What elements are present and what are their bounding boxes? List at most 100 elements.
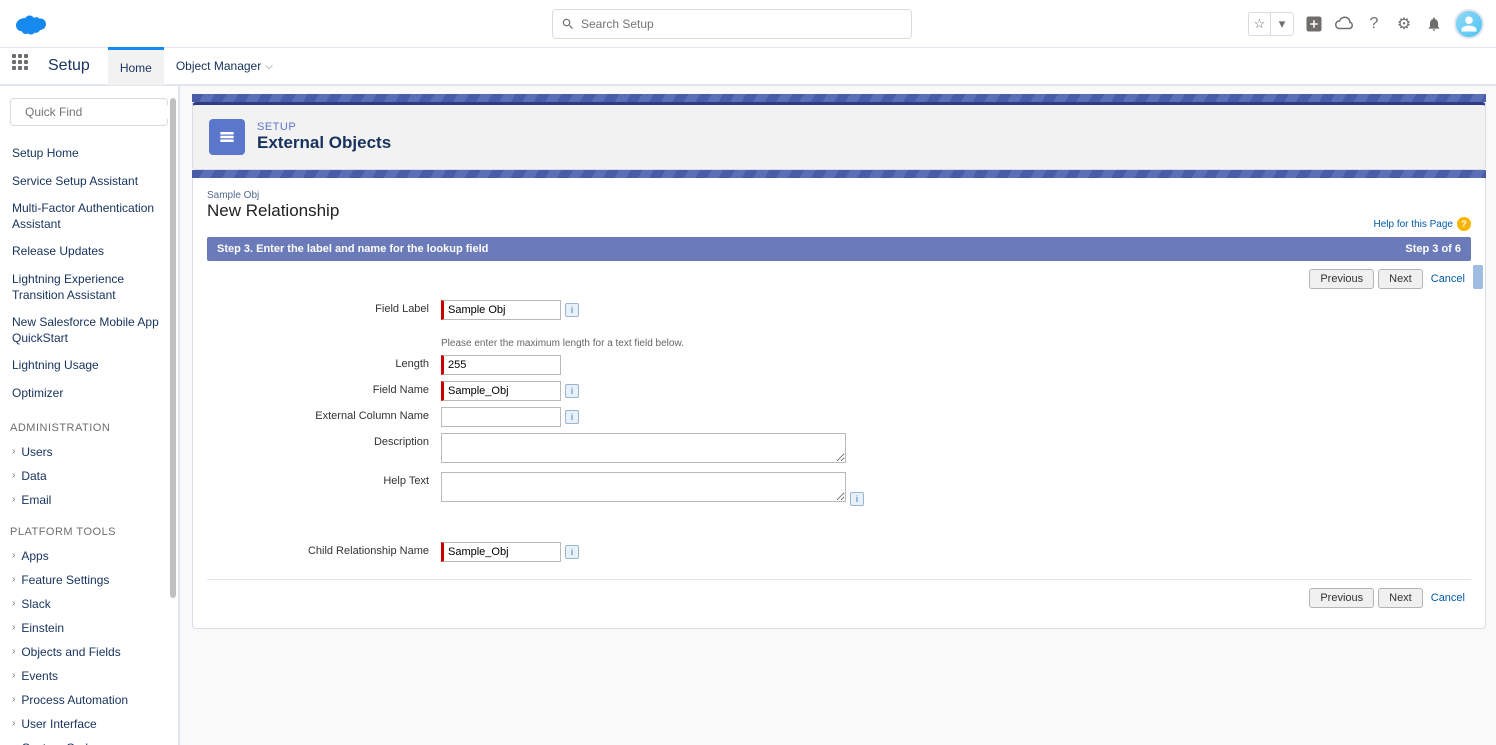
help-text-input[interactable] [441, 472, 846, 502]
quick-find[interactable] [10, 98, 168, 126]
global-search[interactable] [552, 9, 912, 39]
page-title: External Objects [257, 133, 391, 153]
field-label-input[interactable] [441, 300, 561, 320]
chevron-right-icon: › [12, 446, 15, 457]
page-eyebrow: SETUP [257, 121, 391, 133]
header-actions: ☆ ▾ ? ⚙ [1248, 9, 1484, 39]
chevron-right-icon: › [12, 670, 15, 681]
sidebar-item[interactable]: ›Custom Code [10, 736, 168, 745]
length-label: Length [207, 352, 437, 378]
decorative-stripe [192, 170, 1486, 178]
sidebar-item[interactable]: ›Process Automation [10, 688, 168, 712]
favorites-group: ☆ ▾ [1248, 12, 1294, 36]
nav-bar: Setup Home Object Manager ⌵ [0, 48, 1496, 86]
sidebar-link[interactable]: Setup Home [10, 140, 168, 168]
info-icon[interactable]: i [565, 410, 579, 424]
length-helper-text: Please enter the maximum length for a te… [441, 338, 684, 349]
length-input[interactable] [441, 355, 561, 375]
favorite-star-icon[interactable]: ☆ [1249, 13, 1271, 35]
sidebar-item[interactable]: ›Slack [10, 592, 168, 616]
drag-handle[interactable] [1473, 265, 1483, 289]
sidebar-item[interactable]: ›Users [10, 440, 168, 464]
next-button[interactable]: Next [1378, 269, 1423, 289]
sidebar-link[interactable]: Lightning Usage [10, 352, 168, 380]
previous-button[interactable]: Previous [1309, 588, 1374, 608]
decorative-stripe [192, 94, 1486, 102]
step-bar: Step 3. Enter the label and name for the… [207, 237, 1471, 261]
info-icon[interactable]: i [565, 545, 579, 559]
help-for-page-link[interactable]: Help for this Page ? [1374, 217, 1472, 231]
chevron-right-icon: › [12, 646, 15, 657]
info-icon[interactable]: i [850, 492, 864, 506]
button-row-bottom: Previous Next Cancel [207, 579, 1471, 616]
salesforce-help-icon[interactable] [1334, 14, 1354, 34]
sidebar-item[interactable]: ›Data [10, 464, 168, 488]
help-question-icon: ? [1457, 217, 1471, 231]
quick-find-input[interactable] [25, 105, 180, 119]
chevron-right-icon: › [12, 598, 15, 609]
scrollbar[interactable] [170, 98, 176, 598]
sidebar-item[interactable]: ›Einstein [10, 616, 168, 640]
tab-object-manager[interactable]: Object Manager ⌵ [164, 47, 285, 85]
sidebar-item[interactable]: ›User Interface [10, 712, 168, 736]
tab-home-label: Home [120, 61, 152, 75]
sidebar-link[interactable]: Optimizer [10, 380, 168, 408]
cancel-link[interactable]: Cancel [1427, 589, 1469, 607]
tab-home[interactable]: Home [108, 47, 164, 85]
global-add-icon[interactable] [1304, 14, 1324, 34]
step-count: Step 3 of 6 [1405, 243, 1461, 255]
description-input[interactable] [441, 433, 846, 463]
field-label-label: Field Label [207, 297, 437, 323]
external-column-label: External Column Name [207, 404, 437, 430]
sidebar-link[interactable]: Service Setup Assistant [10, 168, 168, 196]
child-relationship-input[interactable] [441, 542, 561, 562]
user-avatar[interactable] [1454, 9, 1484, 39]
global-header: ☆ ▾ ? ⚙ [0, 0, 1496, 48]
sidebar-link[interactable]: Lightning Experience Transition Assistan… [10, 266, 168, 309]
chevron-right-icon: › [12, 494, 15, 505]
classic-setup-body: Sample Obj New Relationship Help for thi… [192, 178, 1486, 629]
favorite-dropdown-icon[interactable]: ▾ [1271, 13, 1293, 35]
sidebar-link[interactable]: Release Updates [10, 238, 168, 266]
child-relationship-label: Child Relationship Name [207, 539, 437, 565]
step-title: Step 3. Enter the label and name for the… [217, 243, 488, 255]
setup-gear-icon[interactable]: ⚙ [1394, 14, 1414, 34]
sidebar-item[interactable]: ›Events [10, 664, 168, 688]
sidebar-heading: ADMINISTRATION [10, 422, 168, 434]
help-text-label: Help Text [207, 469, 437, 509]
page-header: SETUP External Objects [192, 102, 1486, 170]
sidebar-heading: PLATFORM TOOLS [10, 526, 168, 538]
button-row-top: Previous Next Cancel [207, 261, 1471, 297]
sidebar-item[interactable]: ›Objects and Fields [10, 640, 168, 664]
external-objects-icon [209, 119, 245, 155]
cancel-link[interactable]: Cancel [1427, 270, 1469, 288]
chevron-right-icon: › [12, 550, 15, 561]
tab-object-manager-label: Object Manager [176, 59, 261, 73]
help-link-label: Help for this Page [1374, 219, 1454, 230]
sidebar-link[interactable]: New Salesforce Mobile App QuickStart [10, 309, 168, 352]
description-label: Description [207, 430, 437, 469]
chevron-right-icon: › [12, 718, 15, 729]
app-launcher-icon[interactable] [12, 54, 36, 78]
content-area: SETUP External Objects Sample Obj New Re… [180, 86, 1496, 745]
next-button[interactable]: Next [1378, 588, 1423, 608]
notifications-bell-icon[interactable] [1424, 14, 1444, 34]
previous-button[interactable]: Previous [1309, 269, 1374, 289]
sidebar-item[interactable]: ›Email [10, 488, 168, 512]
sidebar-item[interactable]: ›Apps [10, 544, 168, 568]
classic-page-title: New Relationship [207, 201, 339, 221]
sidebar-item[interactable]: ›Feature Settings [10, 568, 168, 592]
info-icon[interactable]: i [565, 384, 579, 398]
chevron-right-icon: › [12, 694, 15, 705]
external-column-input[interactable] [441, 407, 561, 427]
info-icon[interactable]: i [565, 303, 579, 317]
app-name: Setup [48, 57, 90, 75]
field-name-label: Field Name [207, 378, 437, 404]
global-search-input[interactable] [581, 17, 903, 31]
help-question-icon[interactable]: ? [1364, 14, 1384, 34]
search-icon [561, 17, 575, 31]
chevron-down-icon: ⌵ [265, 61, 273, 72]
setup-sidebar: Setup Home Service Setup Assistant Multi… [0, 86, 180, 745]
sidebar-link[interactable]: Multi-Factor Authentication Assistant [10, 195, 168, 238]
field-name-input[interactable] [441, 381, 561, 401]
